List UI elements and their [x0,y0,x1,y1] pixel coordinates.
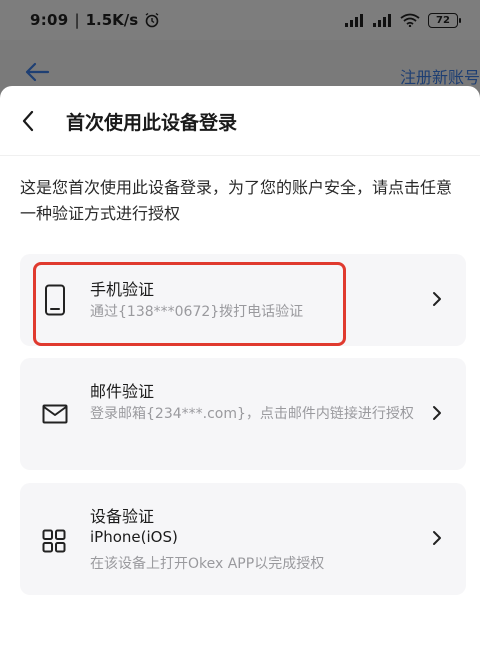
signal-hd-icon [373,14,391,27]
phone-icon [45,284,65,316]
option-subtitle: 在该设备上打开Okex APP以完成授权 [90,556,325,572]
chevron-right-icon [433,531,441,545]
signal-icon [345,14,363,27]
back-button[interactable] [14,107,42,135]
battery-icon: 72 [428,12,461,28]
status-separator: | [74,11,80,29]
option-phone-verification[interactable]: 手机验证 通过{138***0672}拨打电话验证 [20,254,466,346]
register-link[interactable]: 注册新账号 [400,64,480,88]
battery-level: 72 [436,14,450,26]
back-arrow-icon[interactable] [24,62,50,82]
device-name: iPhone(iOS) [90,528,178,546]
option-title: 手机验证 [90,280,155,299]
alarm-icon [145,12,159,28]
option-title: 邮件验证 [90,382,155,401]
verification-sheet: 首次使用此设备登录 这是您首次使用此设备登录，为了您的账户安全，请点击任意一种验… [0,86,480,645]
option-subtitle: 通过{138***0672}拨打电话验证 [90,304,304,320]
sheet-header: 首次使用此设备登录 [0,86,480,156]
sheet-description: 这是您首次使用此设备登录，为了您的账户安全，请点击任意一种验证方式进行授权 [20,178,453,223]
mail-icon [42,404,68,424]
underlying-page-header: 注册新账号 [0,40,480,88]
chevron-right-icon [433,406,441,420]
status-time: 9:09 [30,11,69,29]
chevron-left-icon [22,110,34,132]
network-speed: 1.5K/s [85,11,139,29]
status-bar: 9:09 | 1.5K/s 72 [0,0,480,40]
wifi-icon [400,13,420,27]
sheet-title: 首次使用此设备登录 [66,112,238,134]
option-email-verification[interactable]: 邮件验证 登录邮箱{234***.com}，点击邮件内链接进行授权 [20,358,466,470]
option-device-verification[interactable]: 设备验证 iPhone(iOS) 在该设备上打开Okex APP以完成授权 [20,483,466,595]
option-subtitle: 登录邮箱{234***.com}，点击邮件内链接进行授权 [90,406,414,422]
option-title: 设备验证 [90,507,155,526]
grid-icon [42,529,66,553]
chevron-right-icon [433,292,441,306]
